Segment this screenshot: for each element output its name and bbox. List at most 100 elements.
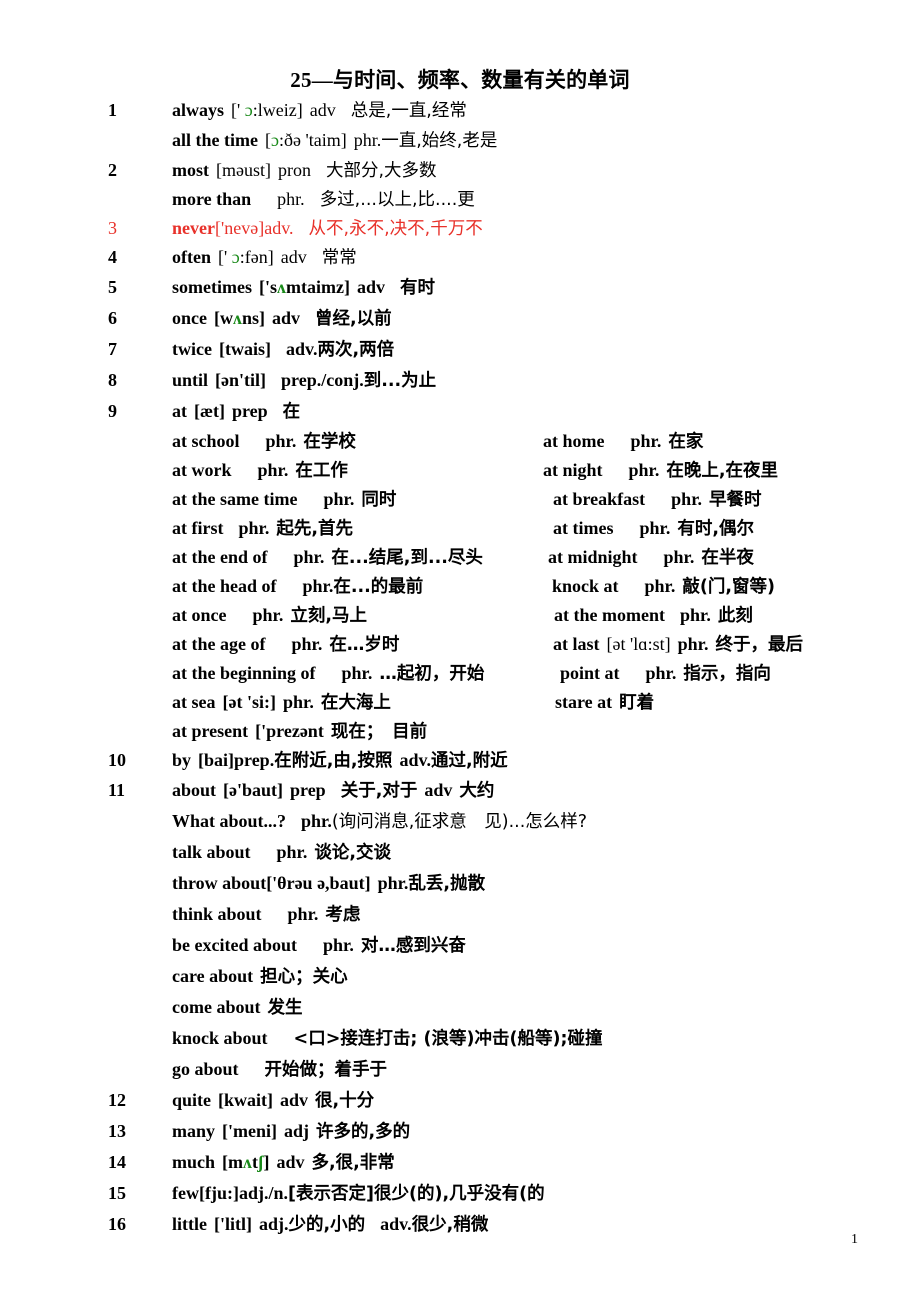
meaning: 大部分,大多数 (325, 161, 437, 181)
meaning: 对…感到兴奋 (360, 936, 466, 956)
ipa-transcription: [twais] (218, 339, 271, 359)
at-phrase-row: at sea [ət 'si:] phr. 在大海上 stare at 盯着 (0, 688, 920, 717)
phrase: at home (543, 431, 605, 451)
phrase: at the moment (554, 605, 665, 625)
part-of-speech: adv. (264, 218, 294, 238)
entry-content: quite [kwait] adv 很,十分 (172, 1085, 374, 1117)
meaning: 在 (282, 402, 301, 422)
entry-row: 2 most [məust] pron 大部分,大多数 (0, 156, 920, 185)
part-of-speech: phr. (630, 431, 662, 451)
about-phrase-row: throw about['θrəu ə,baut] phr.乱丢,抛散 (0, 868, 920, 899)
entry-row: 5 sometimes ['sʌmtaimz] adv 有时 (0, 272, 920, 303)
ipa-transcription: ['prezənt (255, 721, 324, 741)
phrase: care about (172, 966, 254, 986)
headword: often (172, 247, 211, 267)
phrase: at school (172, 431, 240, 451)
part-of-speech: adv (276, 1152, 305, 1172)
about-phrase-row: come about 发生 (0, 992, 920, 1023)
about-phrase: care about 担心；关心 (172, 961, 348, 993)
at-phrase-row: at work phr. 在工作 at night phr. 在晚上,在夜里 (0, 456, 920, 485)
headword: sometimes (172, 277, 252, 297)
about-phrase-row: What about...? phr.(询问消息,征求意 见)...怎么样? (0, 806, 920, 837)
at-phrase-right: knock at phr. 敲(门,窗等) (552, 572, 775, 602)
entry-content: more than phr. 多过,...以上,比....更 (172, 185, 475, 215)
meaning: 关于,对于 (340, 781, 418, 801)
entry-number: 10 (108, 750, 126, 770)
entry-number: 15 (108, 1183, 126, 1203)
about-phrase-row: talk about phr. 谈论,交谈 (0, 837, 920, 868)
phrase: stare at (555, 692, 613, 712)
entry-number: 2 (108, 160, 117, 180)
part-of-speech: phr. (287, 904, 319, 924)
part-of-speech: phr. (639, 518, 671, 538)
meaning: …起初，开始 (379, 664, 485, 684)
ipa-transcription: [wʌns] (214, 308, 266, 328)
at-phrase-right: point at phr. 指示，指向 (560, 659, 771, 689)
meaning: 多,很,非常 (311, 1153, 395, 1173)
at-phrase-left: at first phr. 起先,首先 (172, 514, 353, 544)
ipa-green-glyph: ɔ (231, 247, 240, 267)
ipa-green-glyph: ɔ (270, 130, 279, 150)
meaning: [表示否定]很少(的),几乎没有(的 (288, 1184, 545, 1204)
at-phrase-right: at the moment phr. 此刻 (554, 601, 753, 631)
about-phrase: knock about <口>接连打击; (浪等)冲击(船等);碰撞 (172, 1023, 602, 1055)
meaning: <口>接连打击; (浪等)冲击(船等);碰撞 (293, 1029, 603, 1049)
at-phrase-row: at school phr. 在学校 at home phr. 在家 (0, 427, 920, 456)
phrase: at work (172, 460, 232, 480)
part-of-speech: prep./conj. (281, 370, 364, 390)
at-phrase-row: at the beginning of phr. …起初，开始 point at ph… (0, 659, 920, 688)
ipa-green-glyph: ɔ (244, 100, 253, 120)
phrase: at the age of (172, 634, 266, 654)
meaning: 到...为止 (363, 371, 437, 391)
at-phrase-row: at the head of phr.在...的最前 knock at phr. 敲(… (0, 572, 920, 601)
entry-number: 6 (108, 308, 117, 328)
meaning: 谈论,交谈 (314, 843, 392, 863)
entry-row: 8 until [ən'til] prep./conj.到...为止 (0, 365, 920, 396)
phrase: talk about (172, 842, 251, 862)
entry-row: 12 quite [kwait] adv 很,十分 (0, 1085, 920, 1116)
entry-number: 8 (108, 370, 117, 390)
headword: until (172, 370, 209, 390)
part-of-speech: prep. (234, 750, 275, 770)
part-of-speech: phr. (257, 460, 289, 480)
about-phrase-row: care about 担心；关心 (0, 961, 920, 992)
part-of-speech: adv (280, 1090, 309, 1110)
part-of-speech: phr. (677, 634, 709, 654)
meaning: 在学校 (303, 432, 356, 452)
at-phrase-row: at the end of phr. 在...结尾,到...尽头 at midnig… (0, 543, 920, 572)
entry-number: 14 (108, 1152, 126, 1172)
at-phrase-left: at the age of phr. 在…岁时 (172, 630, 399, 660)
entry-content: much [mʌtʃ] adv 多,很,非常 (172, 1147, 395, 1179)
at-phrase-row: at once phr. 立刻,马上 at the moment phr. 此刻 (0, 601, 920, 630)
entry-row: 4 often [' ɔ:fən] adv 常常 (0, 243, 920, 272)
part-of-speech: phr. (301, 811, 332, 831)
at-phrase-left: at work phr. 在工作 (172, 456, 348, 486)
at-phrase-row: at the same time phr. 同时 at breakfast phr. 早… (0, 485, 920, 514)
meaning: 此刻 (717, 606, 753, 626)
entry-content: many ['meni] adj 许多的,多的 (172, 1116, 410, 1148)
about-phrase: throw about['θrəu ə,baut] phr.乱丢,抛散 (172, 868, 485, 900)
at-phrase-left: at school phr. 在学校 (172, 427, 356, 457)
at-phrase-left: at the same time phr. 同时 (172, 485, 396, 515)
meaning-2: 通过,附近 (431, 751, 508, 771)
headword: never (172, 218, 215, 238)
part-of-speech: phr. (323, 935, 354, 955)
part-of-speech: adv (272, 308, 301, 328)
about-phrase-row: think about phr. 考虑 (0, 899, 920, 930)
meaning: 许多的,多的 (316, 1122, 411, 1142)
phrase: at times (553, 518, 614, 538)
phrase: at the end of (172, 547, 268, 567)
part-of-speech: phr. (679, 605, 711, 625)
headword: more than (172, 189, 252, 209)
headword: all the time (172, 130, 258, 150)
ipa-transcription: [məust] (216, 160, 271, 180)
part-of-speech-2: adv. (399, 750, 432, 770)
entry-subrow: all the time [ɔ:ðə 'taim] phr.一直,始终,老是 (0, 125, 920, 156)
part-of-speech: phr. (252, 605, 284, 625)
entry-row: 9 at [æt] prep 在 (0, 396, 920, 427)
entry-content: few[fju:]adj./n.[表示否定]很少(的),几乎没有(的 (172, 1178, 545, 1210)
about-phrase-row: go about 开始做；着手于 (0, 1054, 920, 1085)
phrase: at once (172, 605, 227, 625)
at-phrase-left: at sea [ət 'si:] phr. 在大海上 (172, 688, 391, 718)
meaning: 终于，最后 (715, 635, 804, 655)
